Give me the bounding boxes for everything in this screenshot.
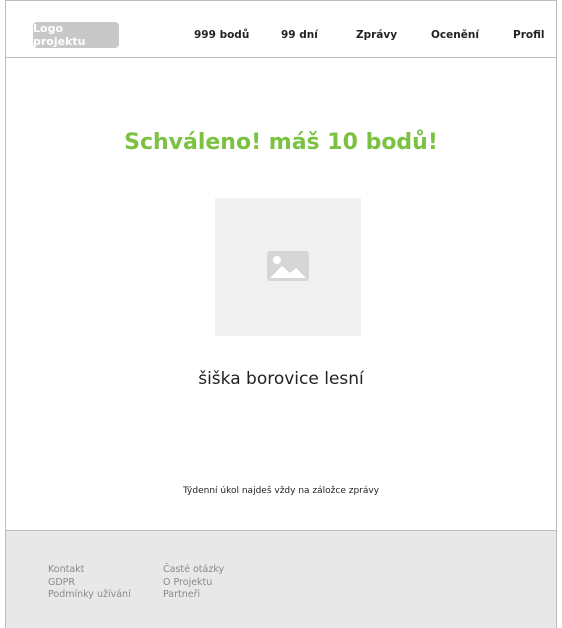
footer: Kontakt GDPR Podmínky užívání Časté otáz… (6, 530, 556, 628)
nav-days[interactable]: 99 dní (281, 29, 318, 41)
footer-link-terms[interactable]: Podmínky užívání (48, 589, 131, 602)
page-frame: Logo projektu 999 bodů 99 dní Zprávy Oce… (5, 0, 557, 628)
footer-link-contact[interactable]: Kontakt (48, 564, 131, 577)
nav-news[interactable]: Zprávy (356, 29, 397, 41)
approval-headline: Schváleno! máš 10 bodů! (124, 130, 438, 155)
footer-column-2: Časté otázky O Projektu Partneři (163, 564, 224, 602)
footer-link-faq[interactable]: Časté otázky (163, 564, 224, 577)
footer-link-about[interactable]: O Projektu (163, 577, 224, 590)
image-icon (267, 251, 309, 281)
footer-column-1: Kontakt GDPR Podmínky užívání (48, 564, 131, 602)
logo-button[interactable]: Logo projektu (33, 22, 119, 48)
footer-link-partners[interactable]: Partneři (163, 589, 224, 602)
item-image (215, 198, 361, 336)
header: Logo projektu 999 bodů 99 dní Zprávy Oce… (6, 0, 556, 58)
nav-points[interactable]: 999 bodů (194, 29, 249, 41)
nav-profile[interactable]: Profil (513, 29, 544, 41)
weekly-task-hint: Týdenní úkol najdeš vždy na záložce zprá… (182, 486, 380, 496)
footer-link-gdpr[interactable]: GDPR (48, 577, 131, 590)
item-name: šiška borovice lesní (198, 369, 364, 389)
nav-awards[interactable]: Ocenění (431, 29, 479, 41)
